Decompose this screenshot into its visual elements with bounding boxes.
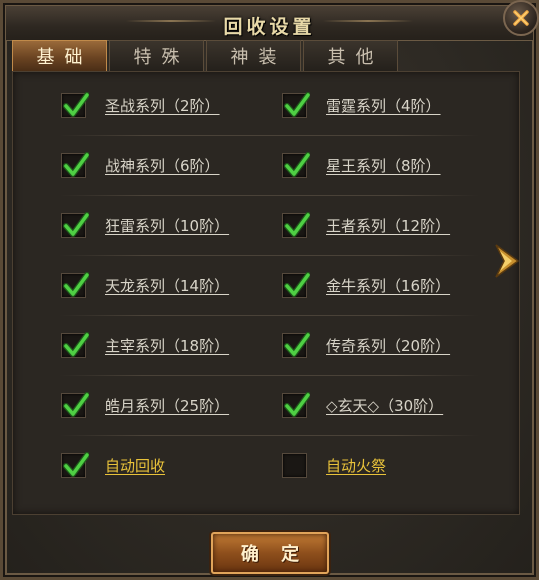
checkbox[interactable]	[282, 91, 310, 118]
option-label[interactable]: 皓月系列（25阶）	[105, 395, 229, 416]
series-option[interactable]: ◇玄天◇（30阶）	[282, 390, 443, 420]
auto-fire-sacrifice-option[interactable]: 自动火祭	[282, 450, 386, 480]
checkbox[interactable]	[61, 211, 89, 238]
checkmark-icon	[284, 271, 310, 297]
tab-other[interactable]: 其他	[303, 40, 398, 71]
row-divider	[59, 375, 479, 376]
option-label[interactable]: 自动火祭	[326, 455, 386, 476]
option-label[interactable]: 传奇系列（20阶）	[326, 335, 450, 356]
checkbox[interactable]	[282, 331, 310, 358]
checkbox[interactable]	[61, 271, 89, 298]
auto-recycle-option[interactable]: 自动回收	[61, 450, 165, 480]
checkmark-icon	[63, 211, 89, 237]
row-divider	[59, 255, 479, 256]
confirm-button[interactable]: 确 定	[211, 532, 329, 574]
option-label[interactable]: 战神系列（6阶）	[105, 155, 220, 176]
checkbox[interactable]	[61, 331, 89, 358]
option-label[interactable]: 天龙系列（14阶）	[105, 275, 229, 296]
series-option[interactable]: 星王系列（8阶）	[282, 150, 441, 180]
option-label[interactable]: 主宰系列（18阶）	[105, 335, 229, 356]
checkbox[interactable]	[61, 451, 89, 478]
option-label[interactable]: 自动回收	[105, 455, 165, 476]
series-option[interactable]: 雷霆系列（4阶）	[282, 90, 441, 120]
series-option[interactable]: 金牛系列（16阶）	[282, 270, 450, 300]
checkbox[interactable]	[282, 452, 307, 478]
series-option[interactable]: 传奇系列（20阶）	[282, 330, 450, 360]
checkbox[interactable]	[282, 391, 310, 418]
row-divider	[59, 435, 479, 436]
checkmark-icon	[284, 211, 310, 237]
series-option[interactable]: 圣战系列（2阶）	[61, 90, 220, 120]
option-label[interactable]: 狂雷系列（10阶）	[105, 215, 229, 236]
series-option[interactable]: 战神系列（6阶）	[61, 150, 220, 180]
checkbox[interactable]	[282, 211, 310, 238]
row-divider	[59, 195, 479, 196]
checkmark-icon	[284, 151, 310, 177]
tab-basic[interactable]: 基础	[12, 40, 107, 71]
checkmark-icon	[63, 391, 89, 417]
checkmark-icon	[284, 91, 310, 117]
checkbox[interactable]	[61, 151, 89, 178]
tab-divine-gear[interactable]: 神装	[206, 40, 301, 71]
option-label[interactable]: 圣战系列（2阶）	[105, 95, 220, 116]
checkbox[interactable]	[282, 271, 310, 298]
tab-special[interactable]: 特殊	[109, 40, 204, 71]
series-option[interactable]: 主宰系列（18阶）	[61, 330, 229, 360]
row-divider	[59, 135, 479, 136]
checkmark-icon	[284, 331, 310, 357]
checkmark-icon	[63, 271, 89, 297]
option-label[interactable]: 王者系列（12阶）	[326, 215, 450, 236]
checkmark-icon	[284, 391, 310, 417]
option-label[interactable]: 星王系列（8阶）	[326, 155, 441, 176]
option-label[interactable]: ◇玄天◇（30阶）	[326, 395, 443, 416]
checkbox[interactable]	[282, 151, 310, 178]
close-x-icon	[513, 10, 529, 26]
checkbox[interactable]	[61, 391, 89, 418]
title-bar: 回收设置	[6, 6, 533, 41]
checkbox[interactable]	[61, 91, 89, 118]
checkmark-icon	[63, 91, 89, 117]
row-divider	[59, 315, 479, 316]
window-title: 回收设置	[223, 16, 316, 38]
series-option[interactable]: 皓月系列（25阶）	[61, 390, 229, 420]
series-option[interactable]: 狂雷系列（10阶）	[61, 210, 229, 240]
series-option[interactable]: 天龙系列（14阶）	[61, 270, 229, 300]
close-button[interactable]	[503, 0, 539, 36]
checkmark-icon	[63, 151, 89, 177]
checkmark-icon	[63, 451, 89, 477]
option-label[interactable]: 金牛系列（16阶）	[326, 275, 450, 296]
arrow-right-icon[interactable]	[492, 241, 522, 281]
option-label[interactable]: 雷霆系列（4阶）	[326, 95, 441, 116]
series-option[interactable]: 王者系列（12阶）	[282, 210, 450, 240]
checkmark-icon	[63, 331, 89, 357]
tab-bar: 基础 特殊 神装 其他	[12, 40, 400, 71]
